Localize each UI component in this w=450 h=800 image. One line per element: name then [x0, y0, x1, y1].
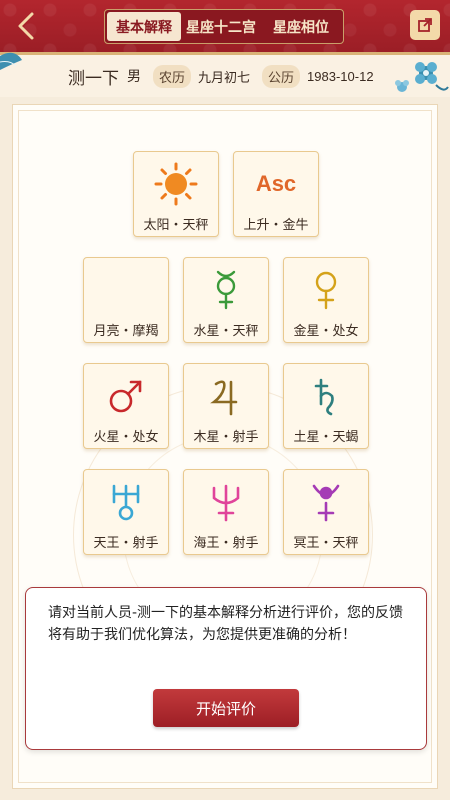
profile-bar: 测一下 男 农历 九月初七 公历 1983-10-12	[0, 55, 450, 97]
mars-icon	[109, 380, 142, 413]
tab-aspects[interactable]: 星座相位	[261, 12, 341, 41]
planet-mars[interactable]: 火星・处女	[83, 363, 169, 449]
planet-label: 火星・处女	[93, 430, 159, 445]
planet-uranus[interactable]: 天王・射手	[83, 469, 169, 555]
planet-label: 土星・天蝎	[293, 430, 359, 445]
solar-tag: 公历	[262, 64, 301, 88]
venus-icon	[315, 271, 337, 310]
top-bar: 基本解释 星座十二宫 星座相位	[0, 0, 450, 52]
chevron-left-icon	[18, 12, 34, 40]
planet-label: 水星・天秤	[193, 324, 259, 339]
planet-label: 冥王・天秤	[293, 536, 359, 551]
share-button[interactable]	[410, 10, 440, 40]
planet-venus[interactable]: 金星・处女	[283, 257, 369, 343]
planet-label: 天王・射手	[93, 536, 159, 551]
solar-date: 1983-10-12	[307, 68, 374, 84]
asc-icon: Asc	[255, 171, 297, 196]
profile-name: 测一下	[68, 68, 119, 88]
mercury-icon	[216, 270, 236, 310]
profile-gender: 男	[127, 68, 141, 84]
planet-label: 木星・射手	[193, 430, 259, 445]
planet-ascendant[interactable]: Asc 上升・金牛	[233, 151, 319, 237]
leaf-decoration-icon	[0, 52, 22, 70]
tab-twelve-houses[interactable]: 星座十二宫	[181, 12, 261, 41]
lunar-date: 九月初七	[198, 69, 251, 85]
jupiter-icon	[210, 380, 238, 416]
planet-neptune[interactable]: 海王・射手	[183, 469, 269, 555]
uranus-icon	[112, 484, 140, 521]
planet-mercury[interactable]: 水星・天秤	[183, 257, 269, 343]
tab-bar: 基本解释 星座十二宫 星座相位	[104, 9, 344, 44]
planet-saturn[interactable]: 土星・天蝎	[283, 363, 369, 449]
back-button[interactable]	[8, 8, 44, 44]
planet-sun[interactable]: 太阳・天秤	[133, 151, 219, 237]
moon-icon	[118, 274, 134, 306]
planet-jupiter[interactable]: 木星・射手	[183, 363, 269, 449]
planet-label: 金星・处女	[293, 324, 359, 339]
pluto-icon	[312, 484, 340, 522]
lunar-tag: 农历	[153, 64, 192, 88]
share-icon	[418, 18, 432, 32]
flower-decoration-icon	[395, 62, 449, 92]
tab-basic-interpretation[interactable]: 基本解释	[107, 12, 181, 41]
feedback-message: 请对当前人员-测一下的基本解释分析进行评价，您的反馈将有助于我们优化算法，为您提…	[48, 605, 404, 643]
planet-label: 太阳・天秤	[143, 218, 209, 233]
planet-label: 月亮・摩羯	[93, 324, 159, 339]
planet-label: 上升・金牛	[243, 218, 309, 233]
saturn-icon	[314, 378, 334, 416]
sun-icon	[154, 162, 198, 206]
planet-pluto[interactable]: 冥王・天秤	[283, 469, 369, 555]
planet-label: 海王・射手	[193, 536, 259, 551]
feedback-dialog: 请对当前人员-测一下的基本解释分析进行评价，您的反馈将有助于我们优化算法，为您提…	[25, 587, 427, 750]
neptune-icon	[212, 484, 240, 522]
start-rating-button[interactable]: 开始评价	[153, 689, 299, 727]
planet-moon[interactable]: 月亮・摩羯	[83, 257, 169, 343]
